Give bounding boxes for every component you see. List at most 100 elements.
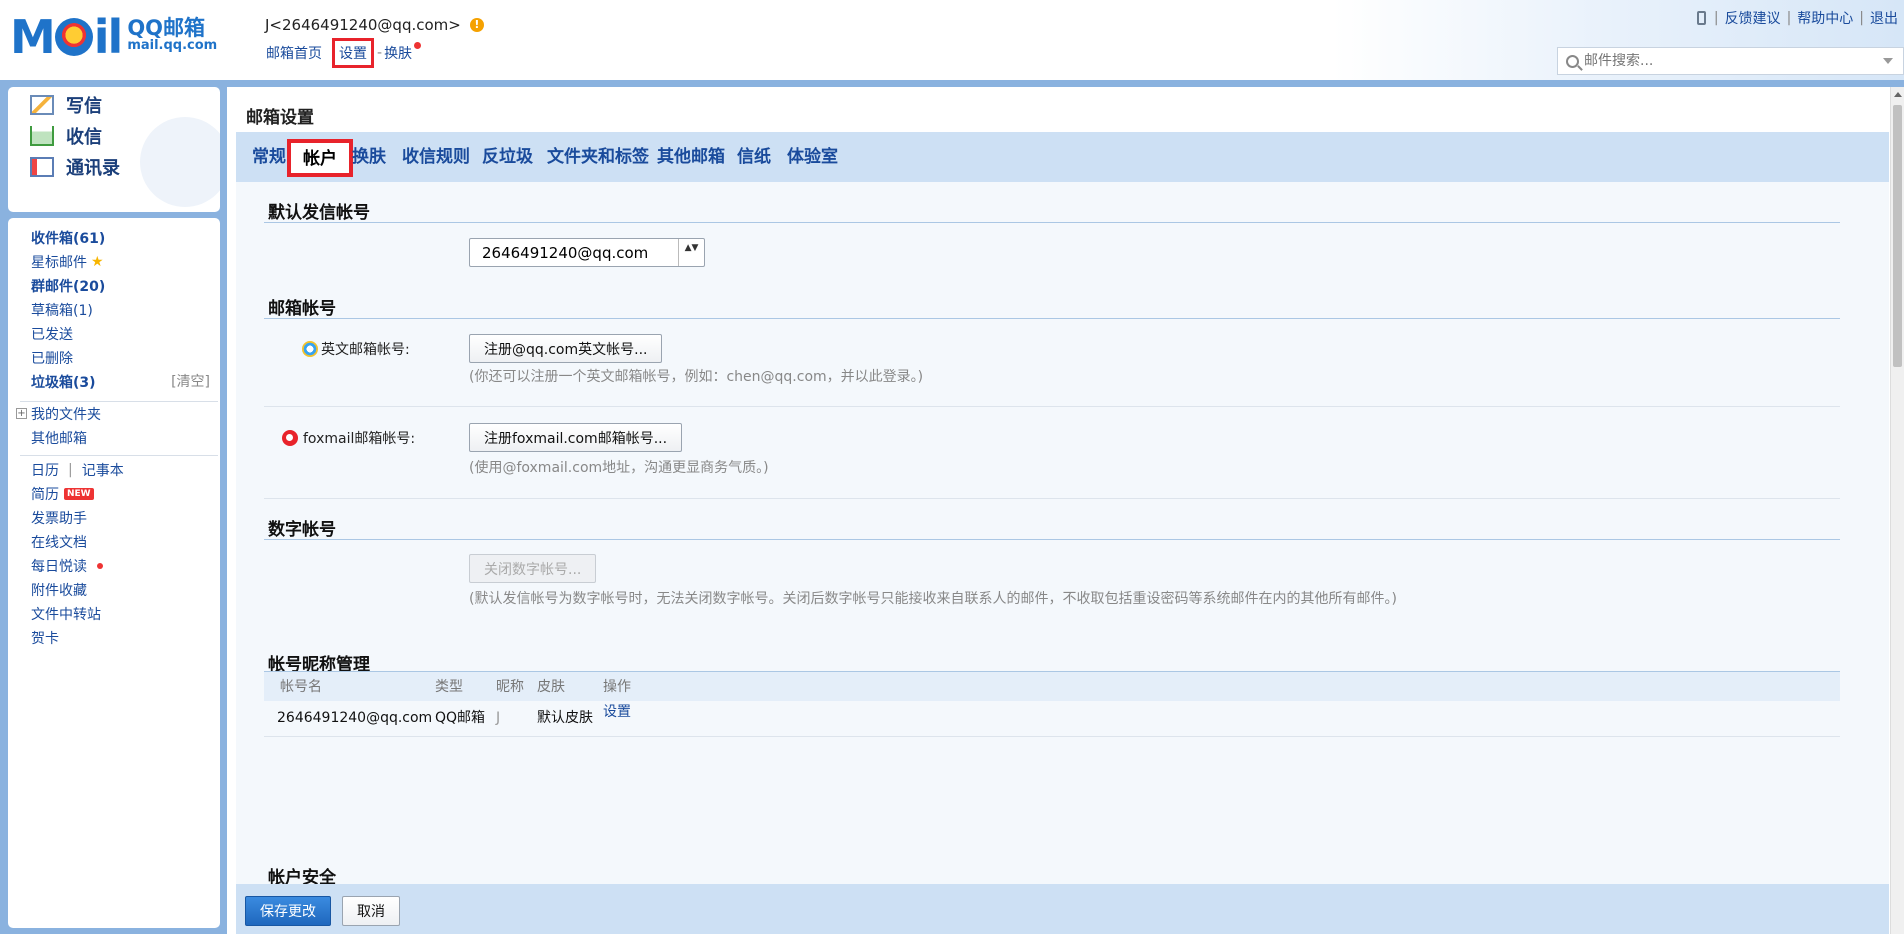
tab-anti-spam[interactable]: 反垃圾 [482, 132, 533, 182]
separator: | [68, 462, 73, 478]
foxmail-account-label: foxmail邮箱帐号: [282, 423, 415, 452]
mobile-phone-icon[interactable] [1696, 11, 1706, 25]
section-title-default-sender: 默认发信帐号 [268, 203, 370, 223]
default-sender-value: 2646491240@qq.com [482, 243, 649, 262]
settings-link[interactable]: 设置 [332, 38, 374, 68]
tools-separator: | [1713, 10, 1719, 26]
tab-folders-labels[interactable]: 文件夹和标签 [547, 132, 649, 182]
row-settings-link[interactable]: 设置 [603, 701, 631, 721]
column-header-account: 帐号名 [280, 679, 322, 695]
folder-group-mail[interactable]: 群邮件(20) [31, 276, 105, 296]
calendar-link[interactable]: 日历 [31, 460, 59, 480]
daily-reading-label: 每日悦读 [31, 559, 87, 575]
page-title: 邮箱设置 [246, 108, 314, 128]
default-sender-select[interactable]: 2646491240@qq.com ▲▼ [469, 238, 705, 267]
page-scrollbar[interactable] [1890, 87, 1904, 934]
warning-icon[interactable]: ! [469, 18, 484, 32]
register-foxmail-account-button[interactable]: 注册foxmail.com邮箱帐号... [469, 423, 683, 452]
qq-mail-logo[interactable]: Mil QQ邮箱 mail.qq.com [10, 14, 217, 60]
tools-separator: | [1786, 10, 1792, 26]
invoice-assistant-link[interactable]: 发票助手 [31, 508, 87, 528]
change-skin-link[interactable]: 换肤 [384, 42, 422, 63]
change-skin-label: 换肤 [384, 46, 413, 62]
english-account-label: 英文邮箱帐号: [302, 334, 410, 363]
pencil-icon [30, 95, 54, 115]
tab-general[interactable]: 常规 [252, 132, 286, 182]
register-english-account-button[interactable]: 注册@qq.com英文帐号... [469, 334, 663, 363]
write-mail-button[interactable]: 写信 [30, 89, 102, 121]
english-account-label-text: 英文邮箱帐号: [321, 341, 410, 358]
logo-name: QQ邮箱 [127, 16, 206, 40]
scroll-up-arrow-icon[interactable] [1893, 92, 1902, 97]
contacts-button[interactable]: 通讯录 [30, 151, 120, 183]
tab-skin[interactable]: 换肤 [352, 132, 386, 182]
mail-search-input[interactable] [1584, 53, 1883, 69]
settings-panel: 邮箱设置 常规 帐户 换肤 收信规则 反垃圾 文件夹和标签 其他邮箱 信纸 体验… [227, 87, 1890, 934]
cell-account: 2646491240@qq.com [277, 710, 433, 726]
daily-reading-link[interactable]: 每日悦读 [31, 556, 103, 576]
folder-starred[interactable]: 星标邮件 ★ [31, 252, 104, 272]
scrollbar-thumb[interactable] [1893, 105, 1902, 367]
notification-dot-icon [97, 563, 103, 569]
tab-labs[interactable]: 体验室 [787, 132, 838, 182]
save-changes-button[interactable]: 保存更改 [245, 896, 331, 926]
search-options-dropdown-icon[interactable] [1883, 58, 1893, 64]
compose-panel: 写信 收信 通讯录 [8, 87, 220, 212]
notepad-link[interactable]: 记事本 [82, 460, 124, 480]
close-digital-account-button[interactable]: 关闭数字帐号... [469, 554, 597, 583]
clear-spam-link[interactable]: [清空] [171, 371, 210, 391]
cancel-button[interactable]: 取消 [342, 896, 400, 926]
logo-mark: Mil [10, 10, 123, 64]
folder-drafts[interactable]: 草稿箱(1) [31, 300, 93, 320]
address-book-icon [30, 157, 54, 177]
file-transfer-link[interactable]: 文件中转站 [31, 604, 101, 624]
write-mail-label: 写信 [66, 96, 102, 117]
cell-type: QQ邮箱 [435, 710, 486, 726]
header-tools: | 反馈建议 | 帮助中心 | 退出 [1696, 8, 1898, 28]
greeting-cards-link[interactable]: 贺卡 [31, 628, 59, 648]
other-mailboxes-link[interactable]: 其他邮箱 [31, 428, 87, 448]
resume-link[interactable]: 简历 NEW [31, 484, 94, 504]
column-header-nickname: 昵称 [496, 679, 524, 695]
settings-tab-bar: 常规 帐户 换肤 收信规则 反垃圾 文件夹和标签 其他邮箱 信纸 体验室 [236, 132, 1889, 182]
tab-receive-rules[interactable]: 收信规则 [402, 132, 470, 182]
tab-other-mailboxes[interactable]: 其他邮箱 [657, 132, 725, 182]
logout-link[interactable]: 退出 [1870, 8, 1898, 28]
account-settings-content: 默认发信帐号 2646491240@qq.com ▲▼ 邮箱帐号 英文邮箱帐号:… [236, 182, 1889, 888]
notification-dot-icon [414, 42, 422, 49]
row-divider [264, 406, 1840, 407]
english-account-hint: (你还可以注册一个英文邮箱帐号，例如：chen@qq.com，并以此登录。) [469, 369, 924, 385]
attachment-favorites-link[interactable]: 附件收藏 [31, 580, 87, 600]
resume-label: 简历 [31, 487, 59, 503]
help-center-link[interactable]: 帮助中心 [1797, 8, 1853, 28]
tab-account[interactable]: 帐户 [287, 139, 353, 177]
table-row: 2646491240@qq.com QQ邮箱 J 默认皮肤 设置 [264, 701, 1840, 737]
section-title-mailbox-accounts: 邮箱帐号 [268, 299, 336, 319]
section-divider [264, 318, 1840, 319]
top-header: Mil QQ邮箱 mail.qq.com J<2646491240@qq.com… [0, 0, 1904, 80]
column-header-type: 类型 [435, 679, 463, 695]
expand-plus-icon[interactable]: + [16, 408, 27, 419]
mail-search-box[interactable] [1557, 47, 1904, 75]
my-folders-link[interactable]: 我的文件夹 [31, 404, 101, 424]
folder-sidebar: 收件箱(61) 星标邮件 ★ 群邮件(20) 草稿箱(1) 已发送 已删除 垃圾箱… [8, 218, 220, 928]
feedback-link[interactable]: 反馈建议 [1725, 8, 1781, 28]
search-icon [1566, 54, 1579, 68]
nav-separator: - [377, 45, 383, 61]
tab-stationery[interactable]: 信纸 [737, 132, 771, 182]
foxmail-account-label-text: foxmail邮箱帐号: [303, 430, 416, 447]
mailbox-home-link[interactable]: 邮箱首页 [266, 43, 322, 63]
folder-deleted[interactable]: 已删除 [31, 348, 73, 368]
folder-sent[interactable]: 已发送 [31, 324, 73, 344]
online-docs-link[interactable]: 在线文档 [31, 532, 87, 552]
qq-logo-icon [302, 340, 318, 357]
folder-spam[interactable]: 垃圾箱(3) [31, 372, 96, 392]
receive-mail-button[interactable]: 收信 [30, 120, 102, 152]
digital-account-hint: (默认发信帐号为数字帐号时，无法关闭数字帐号。关闭后数字帐号只能接收来自联系人的… [469, 591, 1397, 607]
column-header-skin: 皮肤 [537, 679, 565, 695]
receive-mail-label: 收信 [66, 127, 102, 148]
decorative-penguin-icon [140, 117, 220, 207]
folder-inbox[interactable]: 收件箱(61) [31, 228, 105, 248]
section-divider [264, 539, 1840, 540]
new-badge: NEW [64, 488, 94, 500]
